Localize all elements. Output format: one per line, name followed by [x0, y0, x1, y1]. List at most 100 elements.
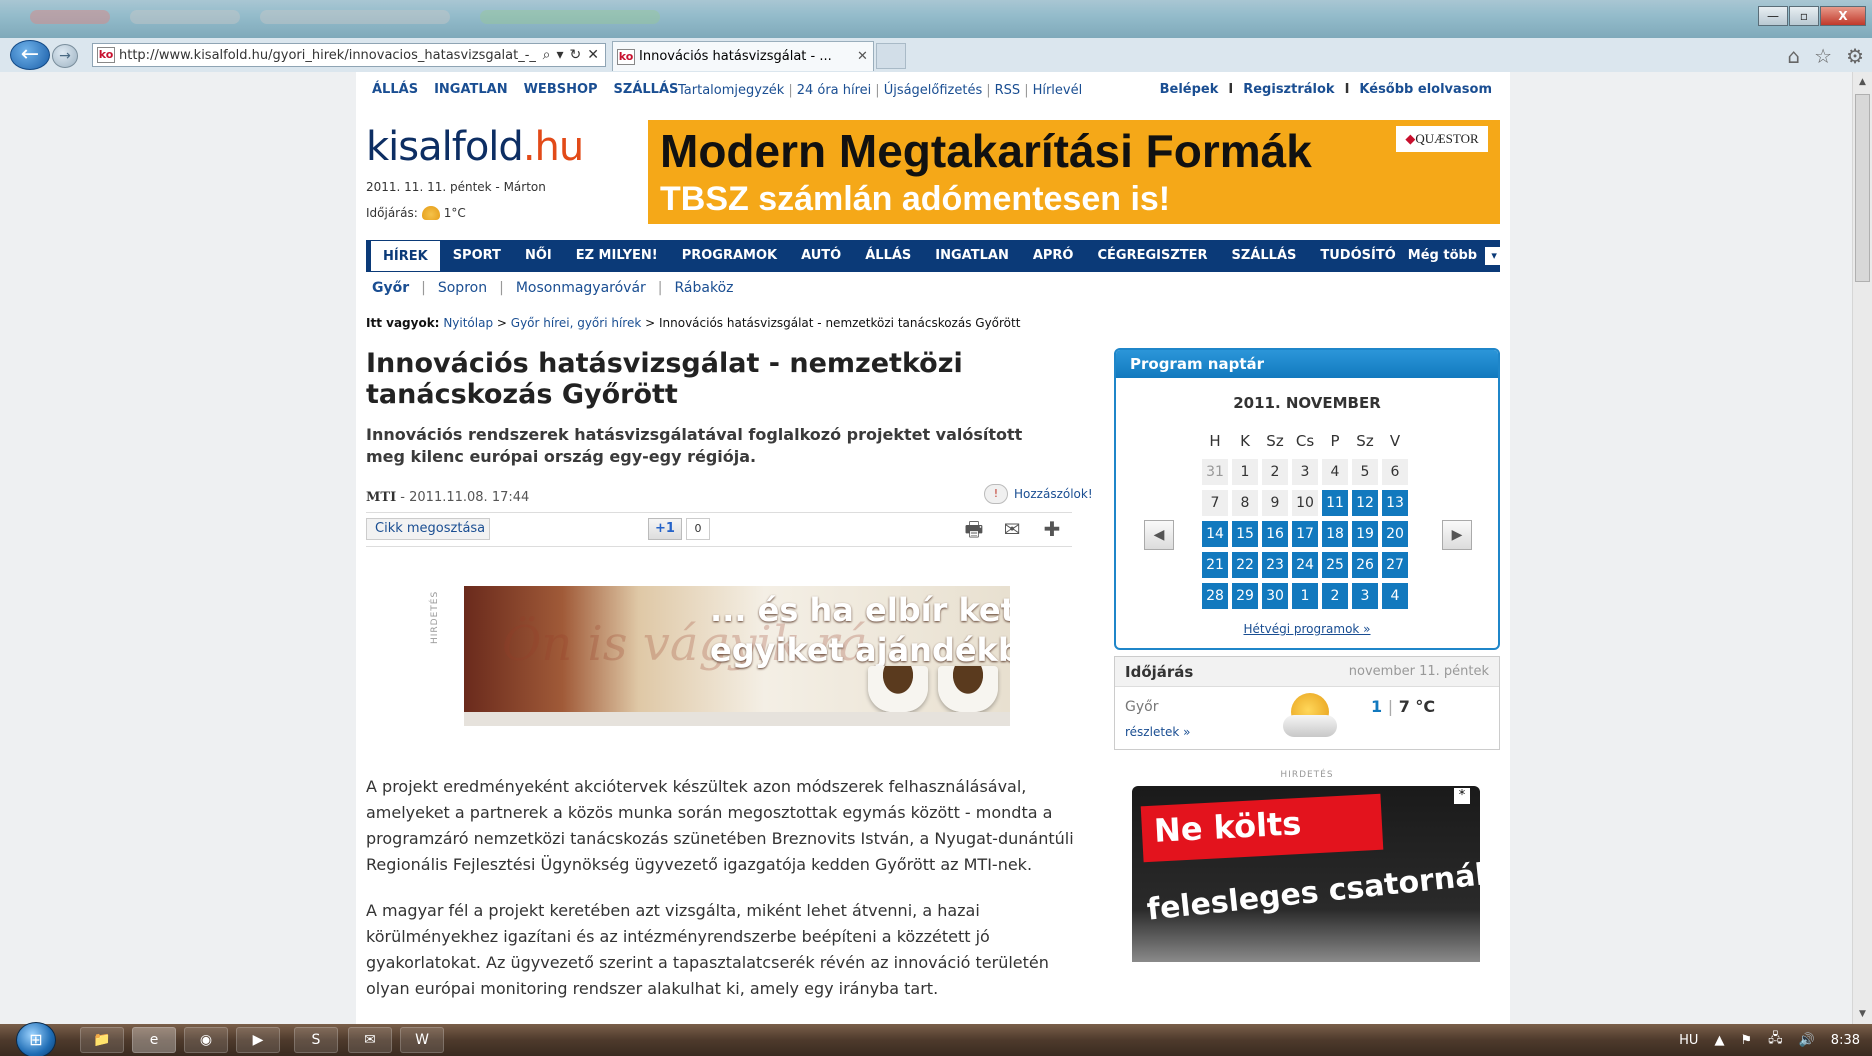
toplink-ingatlan[interactable]: INGATLAN [434, 82, 508, 97]
nav-noi[interactable]: NŐI [513, 240, 564, 272]
nav-cegregiszter[interactable]: CÉGREGISZTER [1085, 240, 1219, 272]
header-banner-ad[interactable]: Modern Megtakarítási Formák TBSZ számlán… [648, 120, 1500, 224]
calendar-day-link[interactable]: 19 [1352, 521, 1378, 547]
calendar-day-link[interactable]: 12 [1352, 490, 1378, 516]
login-link[interactable]: Belépek [1160, 82, 1219, 97]
start-button[interactable]: ⊞ [16, 1022, 56, 1056]
breadcrumb-home[interactable]: Nyitólap [443, 316, 493, 330]
toplink-allas[interactable]: ÁLLÁS [372, 82, 418, 97]
toplink-24-ora[interactable]: 24 óra hírei [797, 83, 872, 98]
subnav-gyor[interactable]: Győr [372, 280, 409, 296]
calendar-day-link[interactable]: 18 [1322, 521, 1348, 547]
refresh-icon[interactable]: ↻ [570, 47, 582, 63]
dropdown-icon[interactable]: ▾ [557, 47, 564, 63]
toplink-ujsagelofizetes[interactable]: Újságelőfizetés [884, 83, 983, 98]
nav-ez-milyen[interactable]: EZ MILYEN! [564, 240, 670, 272]
print-icon[interactable]: 🖶 [960, 516, 988, 542]
taskbar-word-icon[interactable]: W [400, 1027, 444, 1053]
calendar-day-link[interactable]: 13 [1382, 490, 1408, 516]
tray-expand-icon[interactable]: ▲ [1714, 1033, 1724, 1048]
maximize-button[interactable]: ▫ [1789, 6, 1819, 26]
address-bar[interactable]: ko http://www.kisalfold.hu/gyori_hirek/i… [92, 43, 606, 67]
taskbar-ie-icon[interactable]: e [132, 1027, 176, 1053]
share-article-button[interactable]: Cikk megosztása [366, 518, 490, 540]
tab-active[interactable]: ko Innovációs hatásvizsgálat - ... ✕ [612, 41, 874, 71]
toplink-szallas[interactable]: SZÁLLÁS [614, 82, 679, 97]
nav-tudosito[interactable]: TUDÓSÍTÓ [1308, 240, 1407, 272]
calendar-day-link[interactable]: 11 [1322, 490, 1348, 516]
toplink-tartalomjegyzek[interactable]: Tartalomjegyzék [678, 83, 784, 98]
network-icon[interactable]: 🖧 [1768, 1029, 1783, 1051]
settings-gear-icon[interactable]: ⚙ [1846, 44, 1864, 68]
taskbar-skype-icon[interactable]: S [294, 1027, 338, 1053]
taskbar-media-player-icon[interactable]: ▶ [236, 1027, 280, 1053]
subnav-mosonmagyarovar[interactable]: Mosonmagyaróvár [516, 280, 646, 296]
volume-icon[interactable]: 🔊 [1799, 1033, 1815, 1048]
calendar-day-link[interactable]: 23 [1262, 552, 1288, 578]
calendar-prev-icon[interactable]: ◀ [1144, 520, 1174, 550]
back-button[interactable]: ← [10, 40, 50, 70]
nav-auto[interactable]: AUTÓ [789, 240, 853, 272]
stop-icon[interactable]: ✕ [587, 47, 599, 63]
nav-allas[interactable]: ÁLLÁS [853, 240, 923, 272]
calendar-day-link[interactable]: 16 [1262, 521, 1288, 547]
calendar-day-link[interactable]: 27 [1382, 552, 1408, 578]
minimize-button[interactable]: — [1758, 6, 1788, 26]
calendar-day-link[interactable]: 14 [1202, 521, 1228, 547]
scroll-up-icon[interactable]: ▲ [1855, 74, 1870, 90]
calendar-day-link[interactable]: 15 [1232, 521, 1258, 547]
nav-hirek[interactable]: HÍREK [370, 240, 441, 272]
forward-button[interactable]: → [52, 44, 78, 68]
nav-apro[interactable]: APRÓ [1021, 240, 1086, 272]
calendar-day-link[interactable]: 17 [1292, 521, 1318, 547]
taskbar-explorer-icon[interactable]: 📁 [80, 1027, 124, 1053]
toplink-rss[interactable]: RSS [995, 83, 1021, 98]
language-indicator[interactable]: HU [1679, 1033, 1698, 1048]
google-plus-one-button[interactable]: +1 [648, 518, 682, 540]
calendar-day-link[interactable]: 28 [1202, 583, 1228, 609]
subnav-sopron[interactable]: Sopron [438, 280, 487, 296]
vertical-scrollbar[interactable]: ▲ ▼ [1852, 72, 1872, 1024]
comment-link[interactable]: ! Hozzászólok! [984, 484, 1093, 504]
calendar-day-link[interactable]: 4 [1382, 583, 1408, 609]
calendar-day-link[interactable]: 2 [1322, 583, 1348, 609]
sidebar-ad-banner[interactable]: * Ne költs felesleges csatornákra! [1132, 786, 1480, 962]
site-logo[interactable]: kisalfold.hu [366, 124, 584, 170]
nav-programok[interactable]: PROGRAMOK [670, 240, 789, 272]
nav-sport[interactable]: SPORT [441, 240, 513, 272]
scroll-down-icon[interactable]: ▼ [1855, 1006, 1870, 1022]
close-window-button[interactable]: X [1820, 6, 1866, 26]
email-icon[interactable]: ✉ [998, 516, 1026, 542]
register-link[interactable]: Regisztrálok [1243, 82, 1334, 97]
tab-close-icon[interactable]: ✕ [857, 49, 873, 64]
calendar-day-link[interactable]: 29 [1232, 583, 1258, 609]
calendar-day-link[interactable]: 1 [1292, 583, 1318, 609]
address-text[interactable]: http://www.kisalfold.hu/gyori_hirek/inno… [119, 48, 543, 63]
toplink-webshop[interactable]: WEBSHOP [524, 82, 598, 97]
calendar-day-link[interactable]: 3 [1352, 583, 1378, 609]
search-icon[interactable]: ⌕ [543, 47, 551, 63]
calendar-day-link[interactable]: 21 [1202, 552, 1228, 578]
calendar-day-link[interactable]: 20 [1382, 521, 1408, 547]
home-icon[interactable]: ⌂ [1787, 44, 1800, 68]
taskbar-mail-icon[interactable]: ✉ [348, 1027, 392, 1053]
nav-more-button[interactable]: Még több ▾ [1408, 240, 1511, 272]
toplink-hirlevel[interactable]: Hírlevél [1033, 83, 1083, 98]
calendar-day-link[interactable]: 25 [1322, 552, 1348, 578]
calendar-day-link[interactable]: 30 [1262, 583, 1288, 609]
subnav-rabakoz[interactable]: Rábaköz [675, 280, 734, 296]
calendar-next-icon[interactable]: ▶ [1442, 520, 1472, 550]
scrollbar-thumb[interactable] [1855, 94, 1870, 282]
nav-ingatlan[interactable]: INGATLAN [923, 240, 1021, 272]
clock[interactable]: 8:38 [1831, 1033, 1860, 1048]
read-later-link[interactable]: Később elolvasom [1359, 82, 1492, 97]
nav-szallas[interactable]: SZÁLLÁS [1220, 240, 1309, 272]
breadcrumb-section[interactable]: Győr hírei, győri hírek [511, 316, 642, 330]
calendar-day-link[interactable]: 22 [1232, 552, 1258, 578]
new-tab-button[interactable] [876, 43, 906, 69]
action-center-flag-icon[interactable]: ⚑ [1740, 1033, 1752, 1048]
weekend-programs-link[interactable]: Hétvégi programok » [1116, 622, 1498, 636]
taskbar-chrome-icon[interactable]: ◉ [184, 1027, 228, 1053]
calendar-day-link[interactable]: 24 [1292, 552, 1318, 578]
calendar-day-link[interactable]: 26 [1352, 552, 1378, 578]
